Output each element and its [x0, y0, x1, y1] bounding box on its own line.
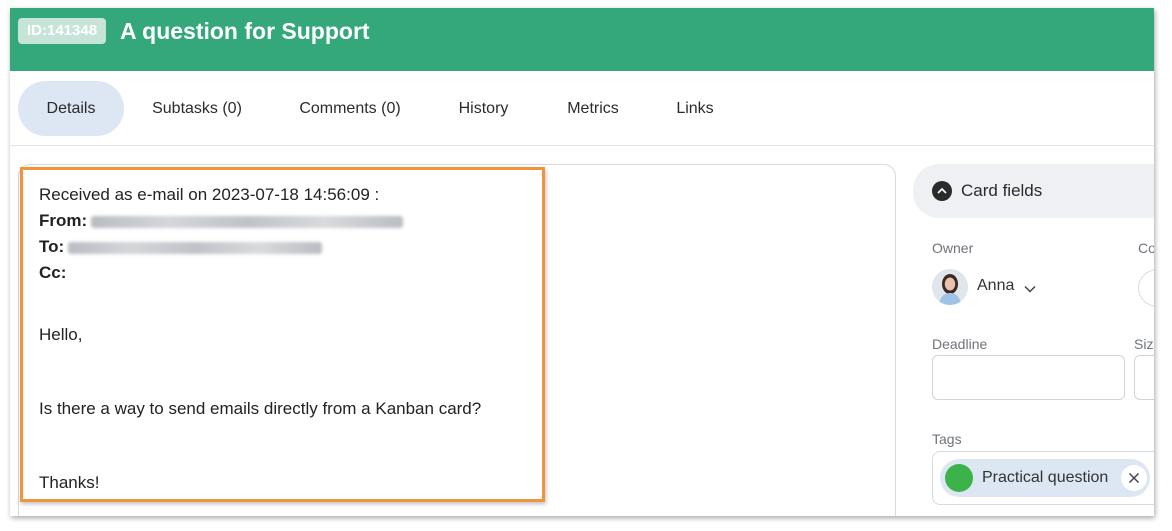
redacted-from-address — [91, 215, 404, 228]
avatar[interactable] — [932, 269, 968, 305]
email-content-highlight: Received as e-mail on 2023-07-18 14:56:0… — [20, 167, 545, 502]
redacted-to-address — [68, 241, 323, 254]
tabs-divider — [10, 145, 1154, 146]
card-id-badge: ID:141348 — [18, 18, 107, 44]
card-fields-title: Card fields — [961, 181, 1043, 200]
tab-history[interactable]: History — [446, 81, 521, 136]
card-fields-header[interactable]: Card fields — [913, 164, 1154, 218]
close-icon[interactable] — [1121, 465, 1147, 491]
tab-subtasks[interactable]: Subtasks (0) — [138, 81, 256, 136]
size-input[interactable] — [1134, 355, 1154, 400]
tab-metrics[interactable]: Metrics — [555, 81, 631, 136]
deadline-input[interactable] — [932, 355, 1125, 400]
tags-label: Tags — [932, 431, 962, 447]
tab-bar: Details Subtasks (0) Comments (0) Histor… — [10, 81, 1154, 137]
email-closing: Thanks! — [39, 473, 100, 492]
email-greeting: Hello, — [39, 325, 83, 344]
chevron-down-icon[interactable] — [1024, 280, 1036, 298]
card-fields-panel: Card fields Owner Co Anna Deadline Size … — [913, 164, 1154, 516]
co-owners-label: Co — [1138, 240, 1154, 256]
tab-details[interactable]: Details — [18, 81, 124, 136]
email-from-label: From: — [39, 211, 88, 230]
email-received-line: Received as e-mail on 2023-07-18 14:56:0… — [39, 185, 380, 204]
email-to-row: To: — [39, 234, 534, 260]
tags-field[interactable]: Practical question — [932, 451, 1154, 505]
tag-chip[interactable]: Practical question — [940, 459, 1150, 497]
tab-comments[interactable]: Comments (0) — [282, 81, 418, 136]
card-window: ID:141348 A question for Support Details… — [10, 8, 1154, 516]
email-to-label: To: — [39, 237, 65, 256]
email-cc-label: Cc: — [39, 263, 67, 282]
email-cc-row: Cc: — [39, 260, 534, 286]
chevron-up-circle-icon[interactable] — [932, 181, 952, 201]
email-content: Received as e-mail on 2023-07-18 14:56:0… — [39, 182, 534, 496]
card-header: ID:141348 A question for Support — [10, 8, 1154, 71]
owner-name[interactable]: Anna — [977, 275, 1014, 297]
tab-links[interactable]: Links — [665, 81, 725, 136]
size-label: Size — [1134, 336, 1154, 352]
owner-label: Owner — [932, 240, 974, 256]
email-body: Is there a way to send emails directly f… — [39, 399, 482, 418]
tag-color-dot — [945, 464, 973, 492]
tag-label: Practical question — [982, 469, 1109, 486]
email-from-row: From: — [39, 208, 534, 234]
card-title[interactable]: A question for Support — [120, 16, 370, 46]
deadline-label: Deadline — [932, 336, 988, 352]
co-owner-add[interactable] — [1138, 269, 1154, 307]
